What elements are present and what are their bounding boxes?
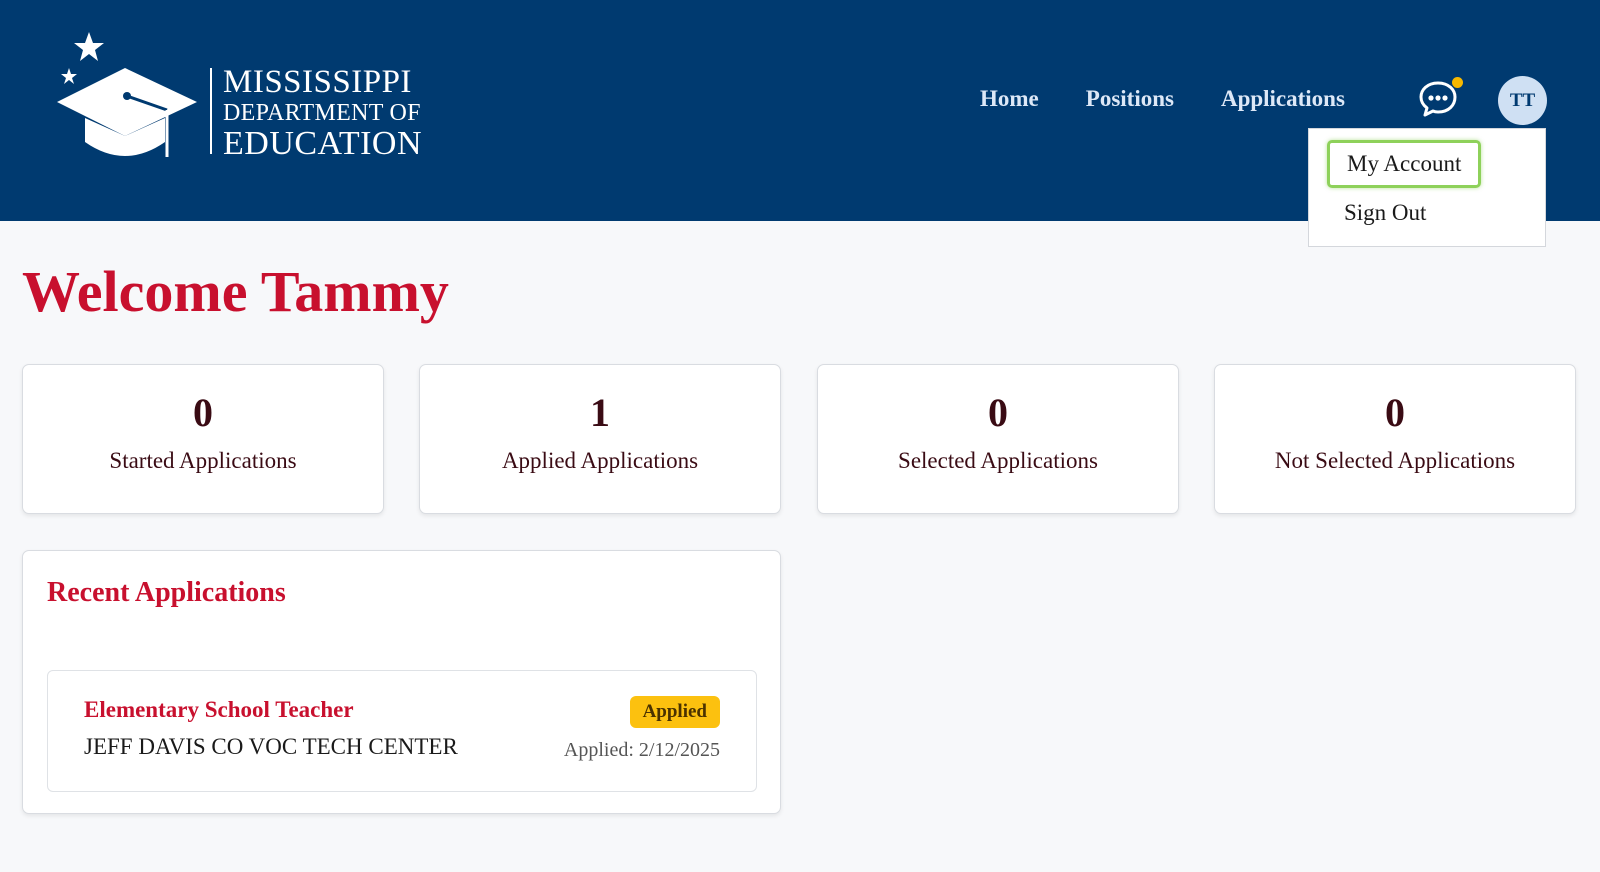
notification-dot <box>1452 77 1463 88</box>
nav-home[interactable]: Home <box>980 86 1039 112</box>
application-list-item[interactable]: Elementary School Teacher JEFF DAVIS CO … <box>47 670 757 792</box>
stat-label: Started Applications <box>109 448 297 473</box>
user-menu-dropdown: My Account Sign Out <box>1308 128 1546 247</box>
stat-card-applied: 1 Applied Applications <box>419 364 781 514</box>
user-avatar[interactable]: TT <box>1498 76 1547 125</box>
menu-item-my-account[interactable]: My Account <box>1327 140 1482 188</box>
nav-positions[interactable]: Positions <box>1086 86 1174 112</box>
status-badge: Applied <box>629 696 720 728</box>
page-title: Welcome Tammy <box>22 259 449 324</box>
nav-applications[interactable]: Applications <box>1221 86 1345 112</box>
menu-item-sign-out[interactable]: Sign Out <box>1327 192 1443 234</box>
logo-line-3: EDUCATION <box>223 125 423 162</box>
logo-line-1: MISSISSIPPI <box>223 64 412 100</box>
stat-count: 1 <box>590 390 610 435</box>
chat-bubble-icon[interactable] <box>1418 80 1458 118</box>
application-date: Applied: 2/12/2025 <box>563 739 720 761</box>
application-position-title[interactable]: Elementary School Teacher <box>84 697 354 723</box>
logo-wordmark: MISSISSIPPI DEPARTMENT OF EDUCATION <box>223 66 422 161</box>
stat-count: 0 <box>988 390 1008 435</box>
stat-card-started: 0 Started Applications <box>22 364 384 514</box>
stat-label: Not Selected Applications <box>1274 448 1516 473</box>
stat-count: 0 <box>1385 390 1405 435</box>
stat-card-selected: 0 Selected Applications <box>817 364 1179 514</box>
stat-card-not-selected: 0 Not Selected Applications <box>1214 364 1576 514</box>
graduation-cap-icon <box>57 32 197 157</box>
logo-divider <box>210 68 212 154</box>
recent-applications-panel: Recent Applications Elementary School Te… <box>22 550 781 814</box>
mde-logo[interactable]: MISSISSIPPI DEPARTMENT OF EDUCATION <box>55 30 445 165</box>
stat-count: 0 <box>193 390 213 435</box>
application-organization: JEFF DAVIS CO VOC TECH CENTER <box>84 734 458 759</box>
main-nav: Home Positions Applications <box>980 86 1345 112</box>
stat-label: Selected Applications <box>898 448 1098 473</box>
logo-line-2: DEPARTMENT OF <box>223 100 421 126</box>
recent-applications-title: Recent Applications <box>47 577 286 608</box>
stat-label: Applied Applications <box>501 448 699 473</box>
